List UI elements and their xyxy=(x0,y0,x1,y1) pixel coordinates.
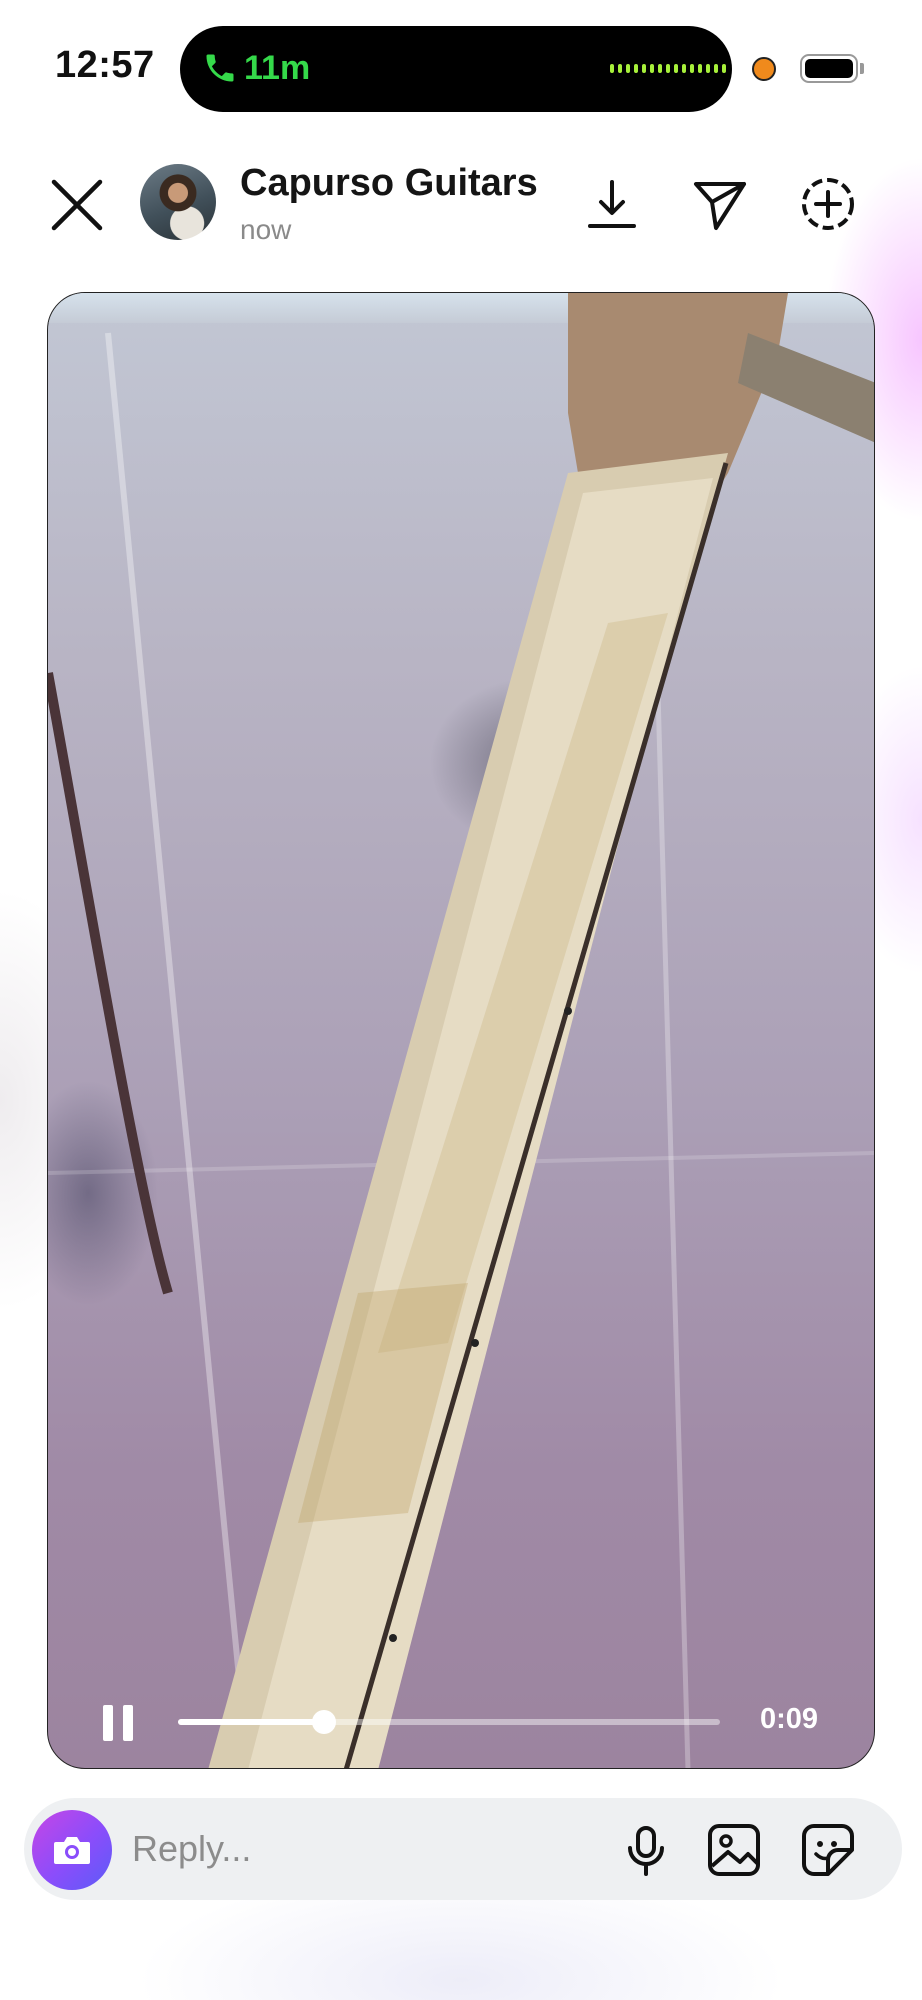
phone-icon xyxy=(206,54,234,82)
video-elapsed-time: 0:09 xyxy=(760,1703,819,1735)
pause-button[interactable] xyxy=(103,1705,137,1741)
recording-indicator xyxy=(752,57,776,81)
camera-button[interactable] xyxy=(32,1810,112,1890)
video-progress-bar[interactable] xyxy=(178,1710,720,1734)
video-frame xyxy=(48,293,874,1768)
camera-icon xyxy=(54,1837,90,1864)
battery-tip xyxy=(860,63,864,74)
close-icon[interactable] xyxy=(48,176,106,234)
reply-bar xyxy=(24,1798,902,1900)
image-icon[interactable] xyxy=(706,1822,762,1878)
battery-icon xyxy=(800,54,858,83)
sticker-icon[interactable] xyxy=(800,1822,856,1878)
download-icon[interactable] xyxy=(584,176,640,232)
video-player[interactable]: 0:09 xyxy=(47,292,875,1769)
reply-input[interactable] xyxy=(132,1824,572,1874)
add-circle-icon[interactable] xyxy=(800,176,856,232)
audio-waveform xyxy=(610,64,726,73)
send-icon[interactable] xyxy=(692,176,748,232)
call-duration: 11m xyxy=(244,49,311,87)
username[interactable]: Capurso Guitars xyxy=(240,162,538,205)
video-progress-fill xyxy=(178,1719,325,1725)
avatar[interactable] xyxy=(140,164,216,240)
post-timestamp: now xyxy=(240,214,292,245)
microphone-icon[interactable] xyxy=(618,1822,674,1878)
call-activity-pill[interactable]: 11m xyxy=(180,26,732,112)
status-time: 12:57 xyxy=(55,44,155,86)
